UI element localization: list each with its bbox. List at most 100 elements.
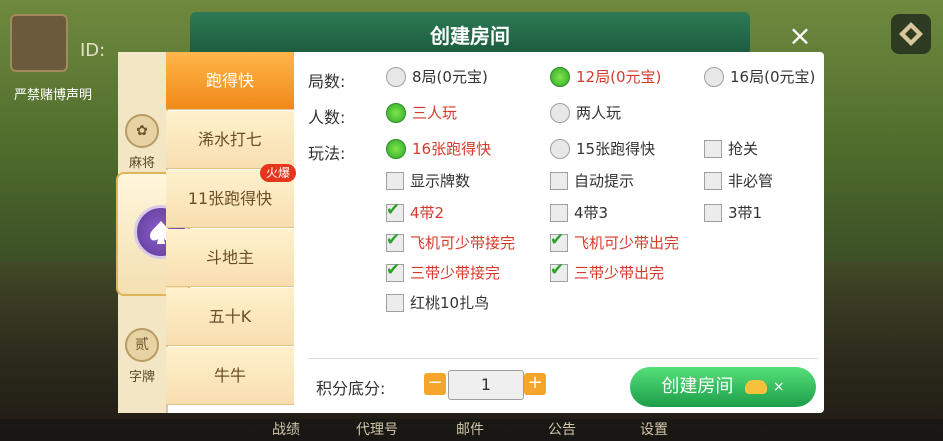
- checkbox-checked-icon: [386, 260, 404, 282]
- create-room-button[interactable]: 创建房间 ×: [630, 367, 816, 407]
- score-minus-button[interactable]: −: [424, 373, 446, 395]
- category-zipai[interactable]: 贰 字牌: [118, 328, 166, 385]
- rounds-label: 局数:: [308, 72, 346, 91]
- check-hearts10-bird-label: 红桃10扎鸟: [410, 294, 490, 312]
- game-doudizhu[interactable]: 斗地主: [166, 229, 294, 287]
- rounds-option-12[interactable]: 12局(0元宝): [550, 66, 661, 87]
- check-3dai1[interactable]: 3带1: [704, 202, 762, 223]
- dialog-title-bar: 创建房间: [190, 12, 750, 56]
- profile-id: ID:: [80, 40, 106, 61]
- check-show-count-label: 显示牌数: [410, 172, 471, 190]
- check-three-out-label: 三带少带出完: [574, 264, 665, 282]
- checkbox-icon: [386, 171, 404, 190]
- players-option-two-label: 两人玩: [576, 104, 622, 122]
- radio-icon: [704, 66, 724, 87]
- dialog-body: ✿ 麻将 贰 字牌 跑得快 浠水打七 11张跑得快 火爆 斗地主 五十K 牛牛 …: [116, 52, 824, 413]
- create-room-label: 创建房间: [661, 376, 734, 397]
- game-paodekuai[interactable]: 跑得快: [166, 52, 294, 110]
- create-room-dialog: 创建房间 × ✿ 麻将 贰 字牌 跑得快 浠水打七 11张跑得快 火爆 斗地主 …: [116, 12, 824, 413]
- bottom-nav-agent[interactable]: 代理号: [356, 419, 398, 439]
- game-11-paodekuai[interactable]: 11张跑得快 火爆: [166, 164, 296, 228]
- bottom-nav-settings[interactable]: 设置: [640, 419, 668, 439]
- zipai-icon: 贰: [125, 328, 159, 362]
- diamond-icon: [899, 22, 923, 46]
- check-plane-receive-label: 飞机可少带接完: [410, 234, 516, 252]
- radio-selected-icon: [386, 102, 406, 123]
- play-option-16[interactable]: 16张跑得快: [386, 138, 491, 159]
- radio-icon: [550, 102, 570, 123]
- players-option-three[interactable]: 三人玩: [386, 102, 457, 123]
- score-value[interactable]: 1: [448, 370, 524, 400]
- play-option-15[interactable]: 15张跑得快: [550, 138, 655, 159]
- check-three-out[interactable]: 三带少带出完: [550, 260, 665, 283]
- check-hearts10-bird[interactable]: 红桃10扎鸟: [386, 292, 489, 313]
- checkbox-checked-icon: [386, 230, 404, 252]
- close-button[interactable]: ×: [786, 22, 814, 50]
- rounds-option-16[interactable]: 16局(0元宝): [704, 66, 815, 87]
- avatar[interactable]: [10, 14, 68, 72]
- check-three-receive-label: 三带少带接完: [410, 264, 501, 282]
- bottom-nav-notice[interactable]: 公告: [548, 419, 576, 439]
- check-qiangguan[interactable]: 抢关: [704, 138, 758, 159]
- game-list: 跑得快 浠水打七 11张跑得快 火爆 斗地主 五十K 牛牛: [166, 52, 296, 413]
- players-option-two[interactable]: 两人玩: [550, 102, 621, 123]
- radio-selected-icon: [550, 66, 570, 87]
- checkbox-icon: [704, 139, 722, 158]
- check-plane-receive[interactable]: 飞机可少带接完: [386, 230, 516, 253]
- category-mahjong-label: 麻将: [128, 156, 155, 171]
- options-panel: 局数: 8局(0元宝) 12局(0元宝) 16局(0元宝) 人数: 三人玩 两人…: [308, 52, 818, 372]
- create-room-cost: ×: [772, 379, 785, 395]
- checkbox-checked-icon: [550, 230, 568, 252]
- rounds-option-16-label: 16局(0元宝): [730, 68, 816, 86]
- check-three-receive[interactable]: 三带少带接完: [386, 260, 501, 283]
- check-plane-out-label: 飞机可少带出完: [574, 234, 680, 252]
- rounds-option-12-label: 12局(0元宝): [576, 68, 662, 86]
- rounds-option-8[interactable]: 8局(0元宝): [386, 66, 488, 87]
- checkbox-icon: [704, 203, 722, 222]
- hot-badge: 火爆: [259, 164, 296, 182]
- check-plane-out[interactable]: 飞机可少带出完: [550, 230, 680, 253]
- game-wushik[interactable]: 五十K: [166, 288, 294, 346]
- checkbox-checked-icon: [550, 260, 568, 282]
- checkbox-icon: [550, 203, 568, 222]
- gold-ingot-icon: [745, 380, 768, 394]
- check-4dai2-label: 4带2: [410, 204, 445, 222]
- check-auto-hint-label: 自动提示: [574, 172, 635, 190]
- radio-selected-icon: [386, 138, 406, 159]
- radio-icon: [386, 66, 406, 87]
- check-4dai2[interactable]: 4带2: [386, 200, 445, 223]
- dialog-title: 创建房间: [430, 24, 510, 48]
- check-qiangguan-label: 抢关: [728, 140, 759, 158]
- mahjong-icon: ✿: [125, 114, 159, 148]
- play-option-15-label: 15张跑得快: [576, 140, 656, 158]
- score-plus-button[interactable]: +: [524, 373, 546, 395]
- game-11-paodekuai-label: 11张跑得快: [187, 189, 273, 208]
- check-4dai3-label: 4带3: [574, 204, 609, 222]
- players-label: 人数:: [308, 108, 346, 127]
- play-option-16-label: 16张跑得快: [412, 140, 492, 158]
- check-auto-hint[interactable]: 自动提示: [550, 170, 634, 191]
- play-label: 玩法:: [308, 144, 346, 163]
- checkbox-checked-icon: [386, 200, 404, 222]
- category-mahjong[interactable]: ✿ 麻将: [118, 114, 166, 171]
- players-option-three-label: 三人玩: [412, 104, 458, 122]
- rounds-option-8-label: 8局(0元宝): [412, 68, 488, 86]
- check-not-must-label: 非必管: [728, 172, 774, 190]
- check-3dai1-label: 3带1: [728, 204, 763, 222]
- category-zipai-label: 字牌: [128, 370, 155, 385]
- dialog-footer: 积分底分: − 1 + 创建房间 ×: [308, 358, 818, 409]
- check-show-count[interactable]: 显示牌数: [386, 170, 470, 191]
- gambling-notice: 严禁赌博声明: [14, 88, 93, 103]
- check-not-must[interactable]: 非必管: [704, 170, 773, 191]
- top-right-menu[interactable]: [891, 14, 931, 54]
- score-label: 积分底分:: [316, 379, 386, 398]
- game-niuniu[interactable]: 牛牛: [166, 347, 294, 405]
- checkbox-icon: [386, 293, 404, 312]
- game-xishui-daqi[interactable]: 浠水打七: [166, 111, 294, 169]
- bottom-nav-record[interactable]: 战绩: [272, 419, 300, 439]
- bottom-nav-mail[interactable]: 邮件: [456, 419, 484, 439]
- checkbox-icon: [704, 171, 722, 190]
- radio-icon: [550, 138, 570, 159]
- check-4dai3[interactable]: 4带3: [550, 202, 608, 223]
- checkbox-icon: [550, 171, 568, 190]
